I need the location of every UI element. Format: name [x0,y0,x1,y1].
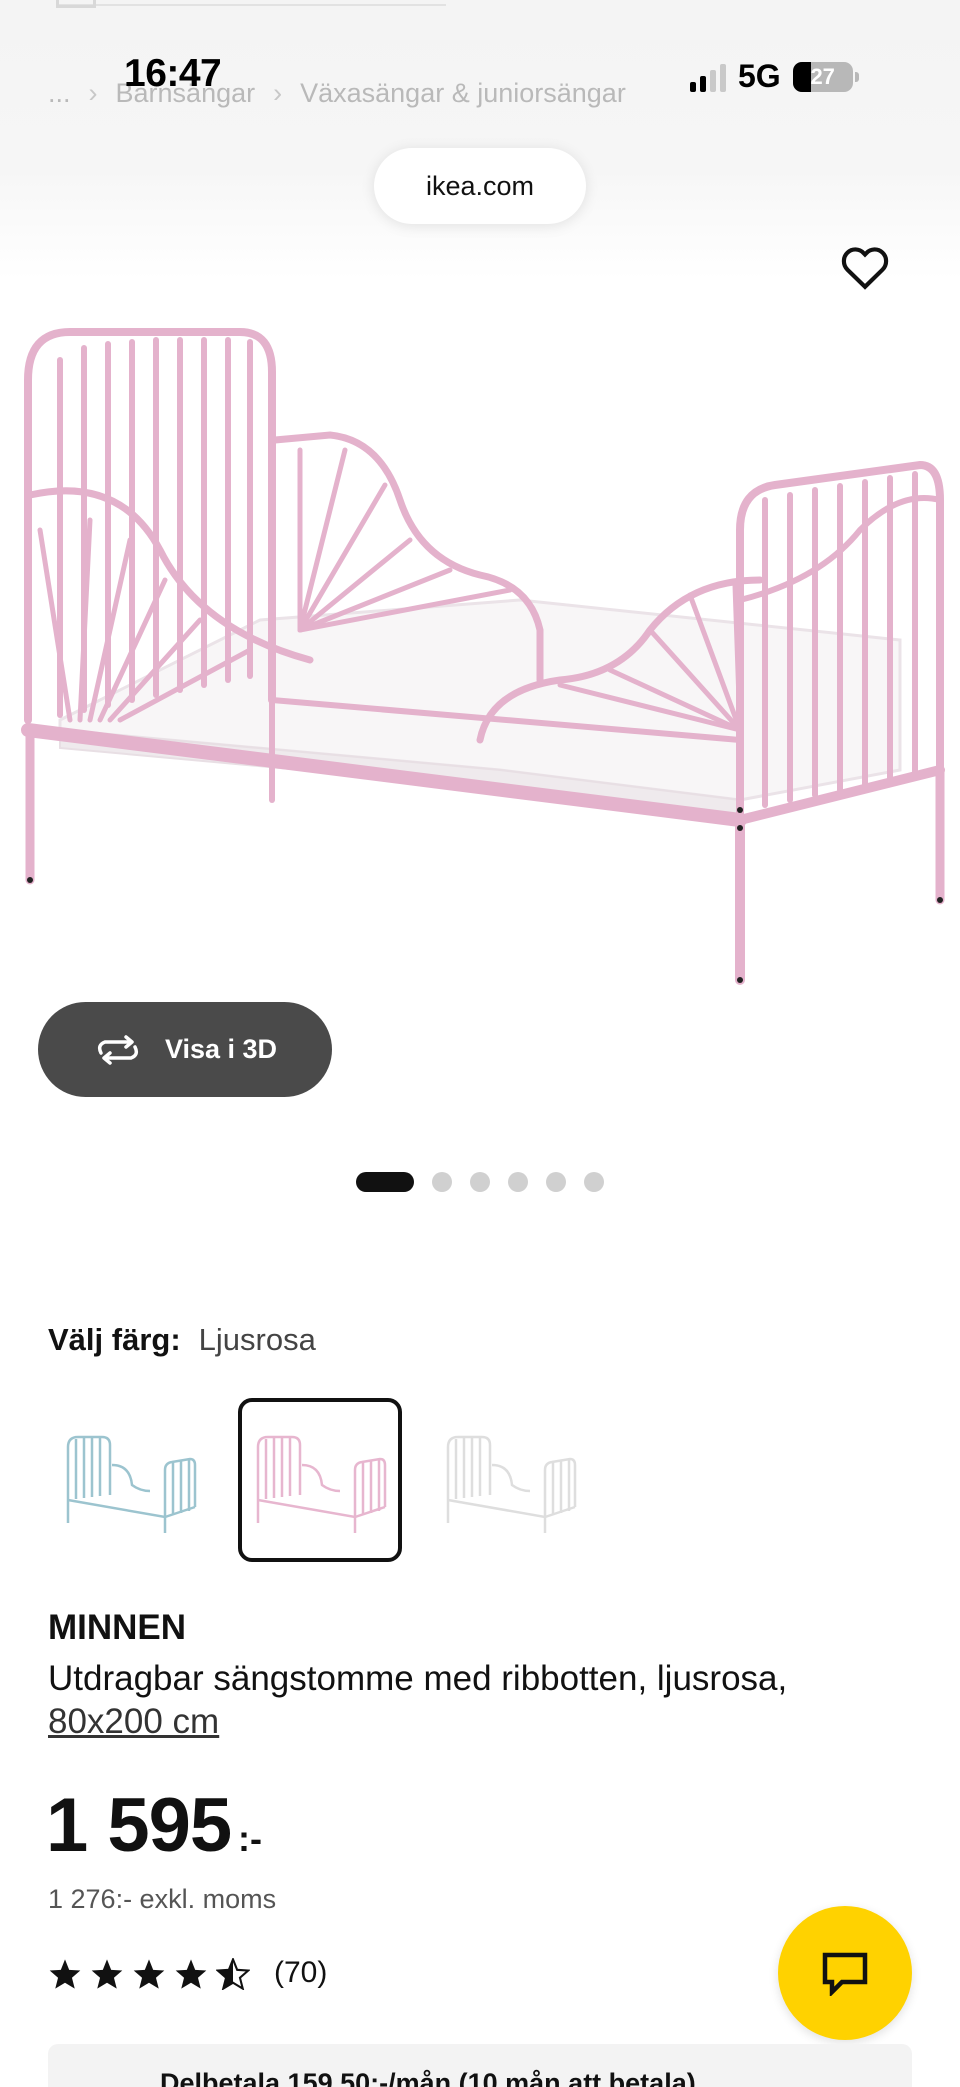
url-bar[interactable]: ikea.com [374,148,586,224]
gallery-dot[interactable] [584,1172,604,1192]
gallery-pagination[interactable] [356,1172,604,1192]
swatch-bed-thumbnail [256,1435,387,1533]
swatch-bed-thumbnail [66,1435,197,1533]
color-label: Välj färg: [48,1322,181,1357]
price-suffix: :- [238,1818,262,1859]
rating-stars[interactable] [48,1958,250,1990]
view-3d-button[interactable]: Visa i 3D [38,1002,332,1097]
gallery-dot[interactable] [546,1172,566,1192]
gallery-dot[interactable] [470,1172,490,1192]
gallery-dot[interactable] [432,1172,452,1192]
star-icon [133,1959,165,1989]
chat-bubble-icon [822,1952,868,1996]
status-time: 16:47 [124,52,222,95]
chat-button[interactable] [778,1906,912,2040]
color-swatch-lightblue[interactable] [48,1398,212,1562]
heart-icon[interactable] [840,244,890,290]
color-selector-header: Välj färg: Ljusrosa [48,1322,316,1358]
breadcrumb-item-vaxasangar[interactable]: Växasängar & juniorsängar [300,78,626,109]
gallery-dot[interactable] [508,1172,528,1192]
battery-level: 27 [810,63,835,89]
product-description: Utdragbar sängstomme med ribbotten, ljus… [48,1659,788,1698]
color-swatch-white[interactable] [428,1398,592,1562]
view-3d-label: Visa i 3D [164,1034,278,1064]
product-price: 1 595 [46,1783,232,1868]
product-image[interactable] [0,300,960,1020]
chevron-right-icon: › [273,78,283,108]
color-swatch-ljusrosa[interactable] [238,1398,402,1562]
half-star-icon [216,1958,250,1990]
gallery-dot[interactable] [356,1172,414,1192]
top-partial-icon [56,0,96,8]
swatch-bed-thumbnail [446,1435,577,1533]
chevron-right-icon: › [88,78,98,108]
product-name: MINNEN [48,1608,187,1647]
rotate-3d-icon [97,1034,139,1065]
signal-icon [690,62,726,92]
battery-icon: 27 [792,61,859,92]
selected-color: Ljusrosa [198,1322,316,1357]
top-divider [56,0,446,6]
installment-banner[interactable]: Delbetala 159,50:-/mån (10 mån att betal… [48,2044,912,2087]
star-icon [175,1959,207,1989]
product-size-link[interactable]: 80x200 cm [48,1702,219,1742]
network-type: 5G [738,58,781,94]
breadcrumb-backdrop [0,0,960,280]
breadcrumb-ellipsis[interactable]: ... [48,78,71,109]
review-count[interactable]: (70) [274,1956,327,1990]
price-ex-vat: 1 276:- exkl. moms [48,1884,277,1914]
installment-text: Delbetala 159,50:-/mån (10 mån att betal… [160,2068,696,2087]
status-indicators: 5G 27 [690,58,859,95]
color-swatches [48,1398,592,1562]
star-icon [91,1959,123,1989]
star-icon [49,1959,81,1989]
